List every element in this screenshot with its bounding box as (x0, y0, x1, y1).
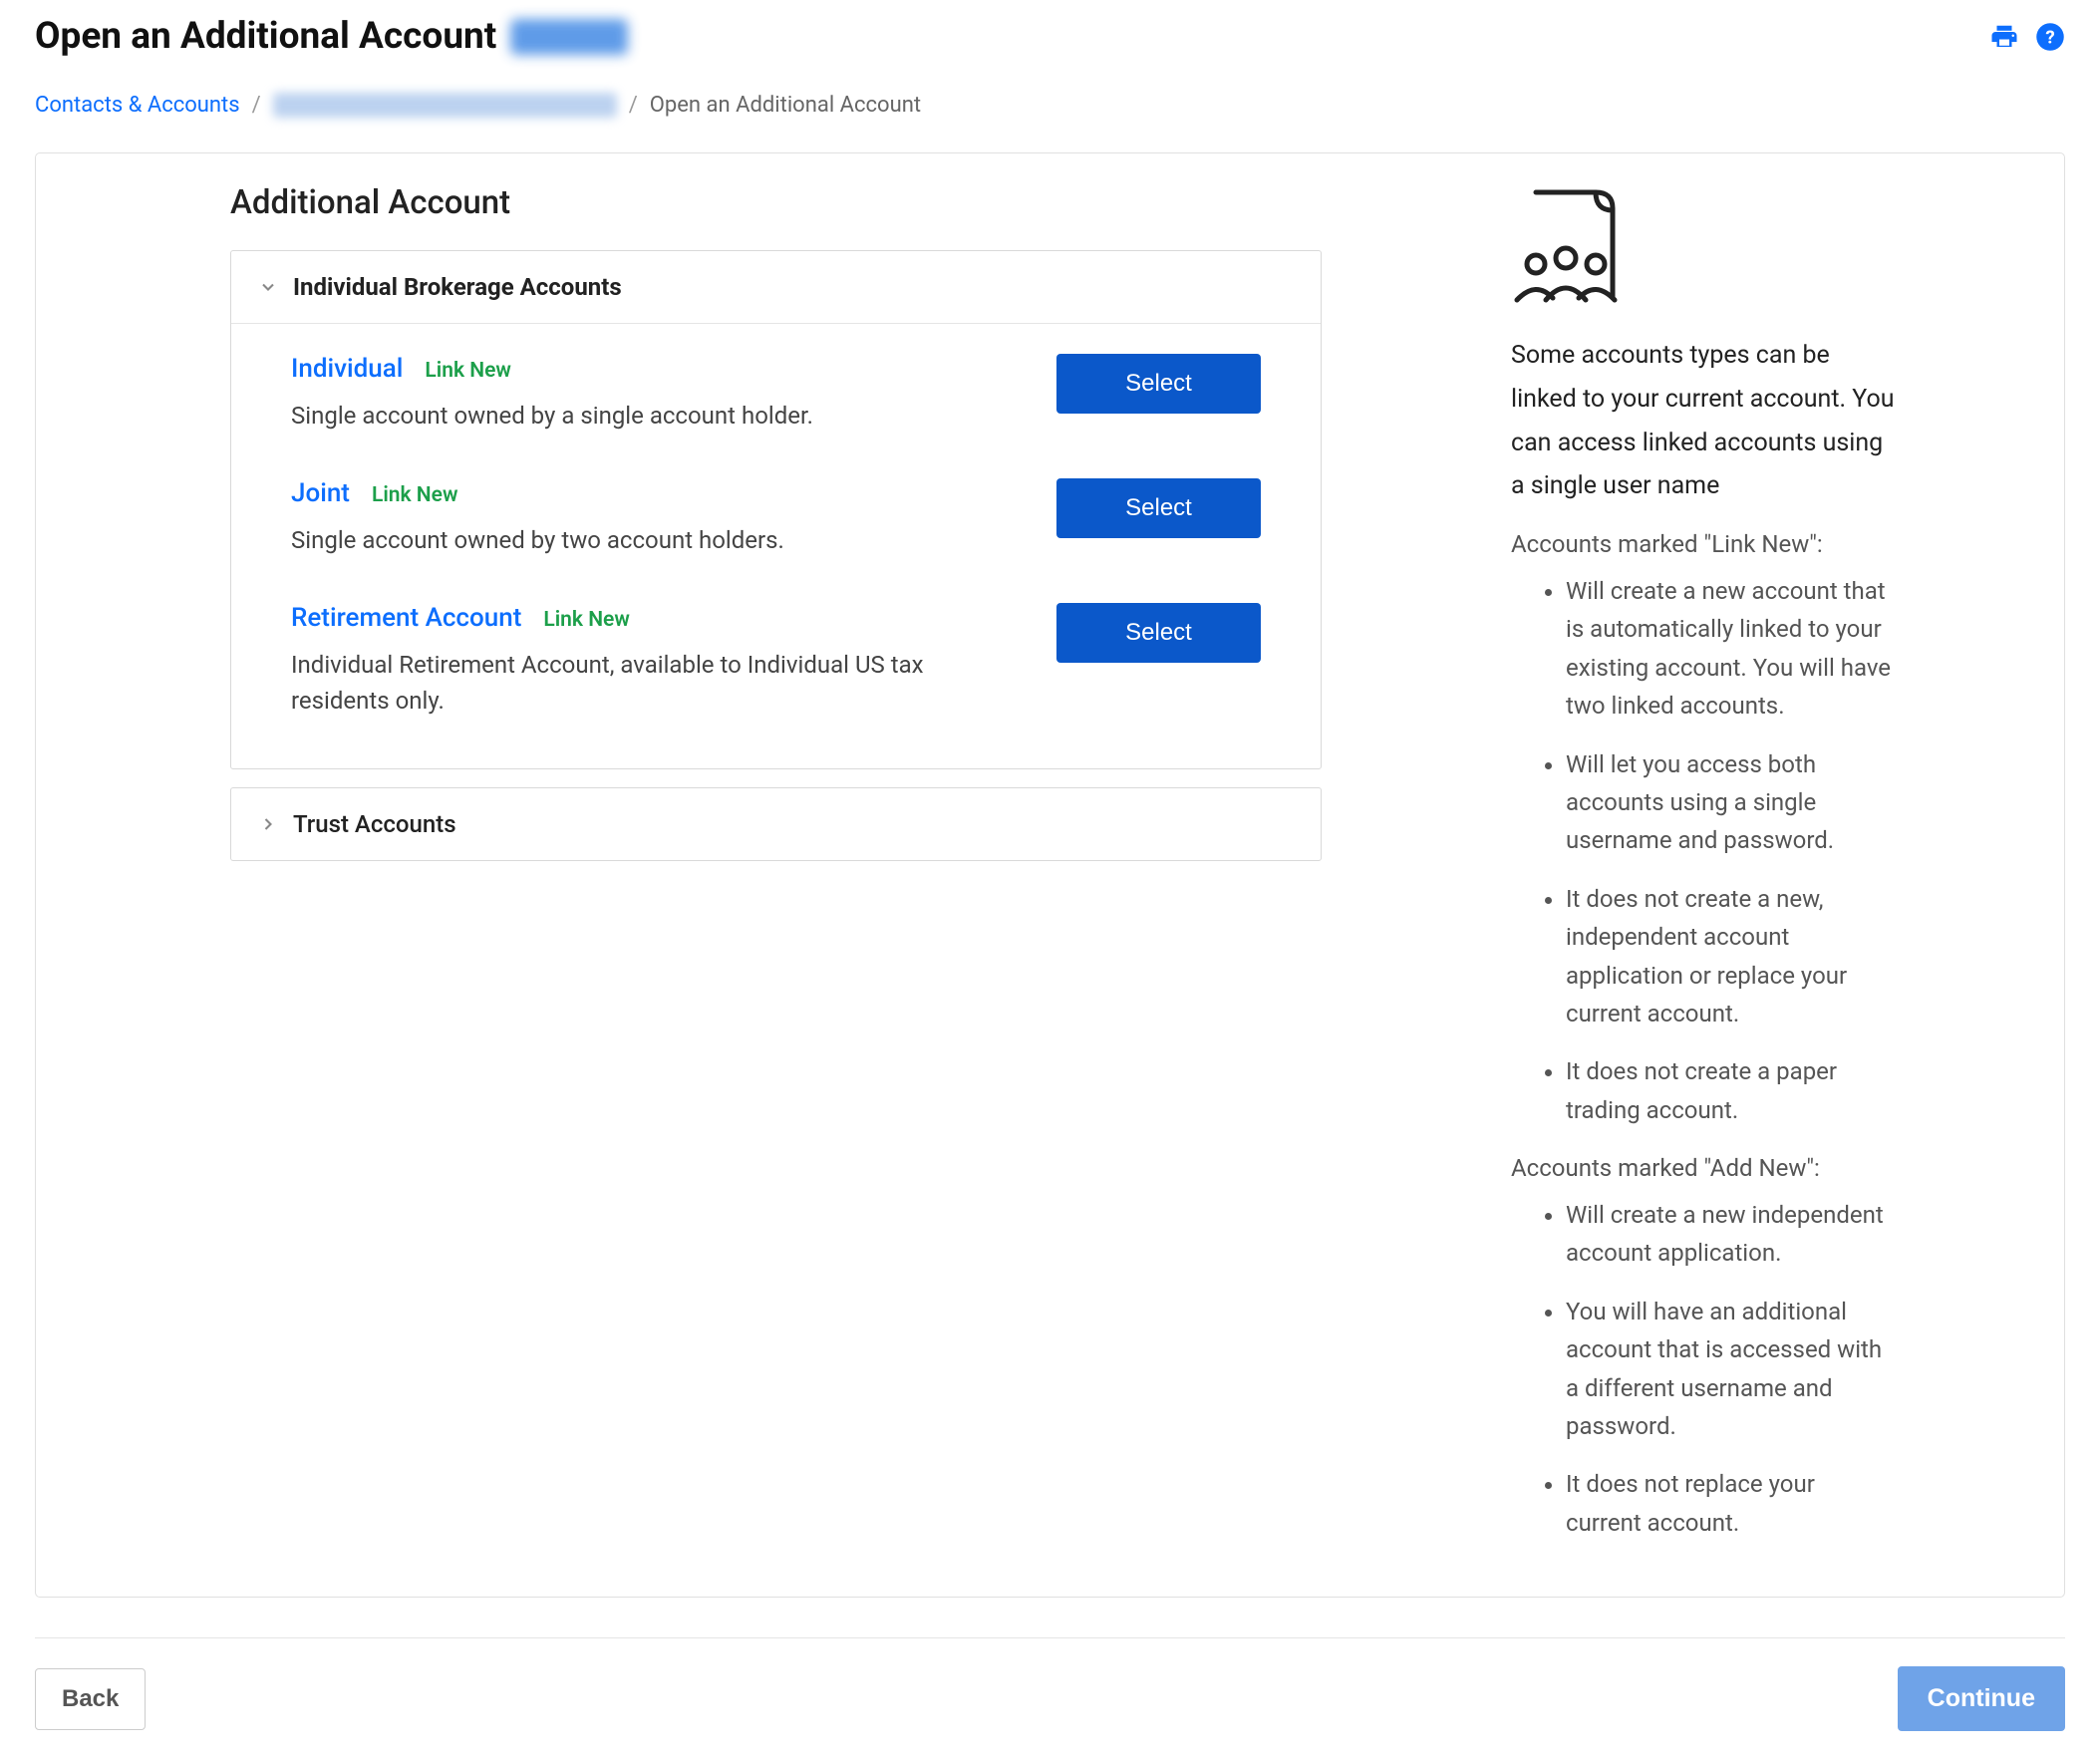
info-bullet: It does not create a paper trading accou… (1566, 1052, 1895, 1129)
page-title: Open an Additional Account (35, 15, 496, 58)
account-badge-blurred (510, 19, 628, 55)
accordion-brokerage-header[interactable]: Individual Brokerage Accounts (231, 251, 1321, 323)
title-wrap: Open an Additional Account (35, 15, 628, 58)
account-text: Retirement Account Link New Individual R… (291, 603, 1027, 719)
info-add-list: Will create a new independent account ap… (1511, 1196, 1895, 1542)
info-illustration (1511, 188, 1895, 309)
account-item-retirement: Retirement Account Link New Individual R… (291, 603, 1261, 719)
account-title-row: Individual Link New (291, 354, 1027, 384)
select-button-individual[interactable]: Select (1056, 354, 1261, 414)
info-bullet: Will create a new account that is automa… (1566, 572, 1895, 726)
print-icon[interactable] (1989, 22, 2019, 52)
info-bullet: Will create a new independent account ap… (1566, 1196, 1895, 1273)
breadcrumb-account-blurred[interactable] (273, 93, 617, 118)
info-bullet: You will have an additional account that… (1566, 1293, 1895, 1446)
account-desc: Single account owned by two account hold… (291, 522, 1027, 558)
breadcrumb-separator: / (629, 93, 638, 118)
help-icon[interactable]: ? (2035, 22, 2065, 52)
breadcrumb: Contacts & Accounts / / Open an Addition… (35, 93, 2065, 118)
account-title-row: Joint Link New (291, 478, 1027, 508)
accordion-brokerage-label: Individual Brokerage Accounts (293, 273, 622, 301)
footer: Back Continue (35, 1637, 2065, 1731)
svg-text:?: ? (2045, 26, 2054, 48)
account-tag-link-new: Link New (425, 359, 511, 383)
back-button[interactable]: Back (35, 1668, 146, 1730)
account-item-individual: Individual Link New Single account owned… (291, 354, 1261, 434)
account-desc: Single account owned by a single account… (291, 398, 1027, 434)
info-bullet: Will let you access both accounts using … (1566, 745, 1895, 860)
info-bullet: It does not create a new, independent ac… (1566, 880, 1895, 1033)
account-title: Individual (291, 354, 403, 384)
card-left: Additional Account Individual Brokerage … (230, 183, 1322, 1567)
account-title: Retirement Account (291, 603, 521, 633)
info-link-heading: Accounts marked "Link New": (1511, 530, 1895, 558)
account-text: Individual Link New Single account owned… (291, 354, 1027, 434)
breadcrumb-current: Open an Additional Account (650, 93, 921, 118)
chevron-right-icon (257, 813, 279, 835)
account-desc: Individual Retirement Account, available… (291, 647, 1027, 719)
accordion-brokerage-body: Individual Link New Single account owned… (231, 323, 1321, 768)
accordion-trust-header[interactable]: Trust Accounts (231, 788, 1321, 860)
page-header: Open an Additional Account ? (35, 15, 2065, 58)
account-tag-link-new: Link New (372, 483, 458, 507)
account-text: Joint Link New Single account owned by t… (291, 478, 1027, 558)
accordion-brokerage: Individual Brokerage Accounts Individual… (230, 250, 1322, 769)
breadcrumb-separator: / (252, 93, 261, 118)
main-card: Additional Account Individual Brokerage … (35, 152, 2065, 1598)
select-button-joint[interactable]: Select (1056, 478, 1261, 538)
section-title: Additional Account (230, 183, 1322, 222)
info-link-list: Will create a new account that is automa… (1511, 572, 1895, 1129)
chevron-down-icon (257, 276, 279, 298)
header-icons: ? (1989, 22, 2065, 52)
account-tag-link-new: Link New (543, 608, 630, 632)
info-panel: Some accounts types can be linked to you… (1511, 183, 1895, 1567)
breadcrumb-root[interactable]: Contacts & Accounts (35, 93, 240, 118)
account-item-joint: Joint Link New Single account owned by t… (291, 478, 1261, 558)
account-title: Joint (291, 478, 350, 508)
info-bullet: It does not replace your current account… (1566, 1465, 1895, 1542)
select-button-retirement[interactable]: Select (1056, 603, 1261, 663)
accordion-trust: Trust Accounts (230, 787, 1322, 861)
continue-button[interactable]: Continue (1898, 1666, 2065, 1731)
info-intro: Some accounts types can be linked to you… (1511, 334, 1895, 508)
info-add-heading: Accounts marked "Add New": (1511, 1154, 1895, 1182)
account-title-row: Retirement Account Link New (291, 603, 1027, 633)
accordion-trust-label: Trust Accounts (293, 810, 456, 838)
